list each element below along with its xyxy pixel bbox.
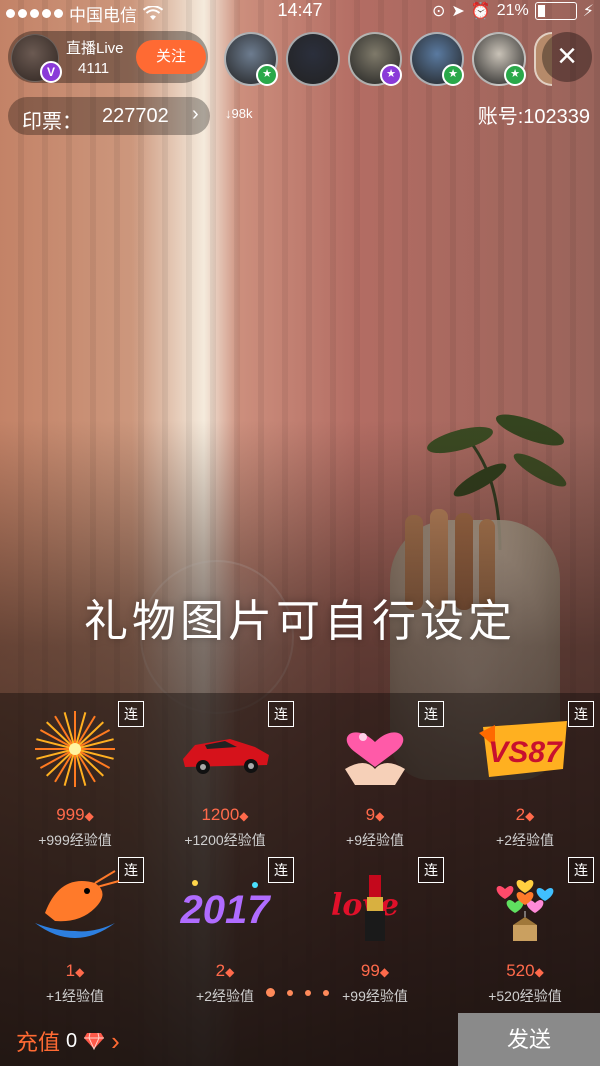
gift-price: 1◆ [0,961,150,981]
viewer-avatar[interactable]: ★ [224,32,278,86]
gift-price: 520◆ [450,961,600,981]
gift-exp: +1200经验值 [184,832,266,848]
diamond-balance: 0 [66,1029,78,1052]
gift-item-2017[interactable]: 连 2017 2◆ +2经验值 [150,849,300,1004]
status-icons: ⊙ ➤ ⏰ 21% ⚡ [432,1,594,21]
heart-balloons-icon [475,863,575,948]
recharge-label: 充值 [16,1030,61,1055]
overlay-caption: 礼物图片可自行设定 [84,596,516,647]
account-number: 账号:102339 [477,106,590,128]
gift-price: 1200◆ [150,805,300,825]
recharge-button[interactable]: 充值 0 › [16,1025,120,1057]
alarm-icon: ⏰ [470,3,491,20]
sports-car-icon [175,707,275,792]
plant-decoration [427,414,567,551]
diamond-icon: ◆ [534,965,544,979]
orientation-lock-icon: ⊙ [432,3,446,20]
battery-percent: 21% [496,2,529,19]
page-dot-active[interactable] [266,988,275,997]
gift-exp: +999经验值 [38,832,112,848]
gift-item-fireworks[interactable]: 连 999◆ +999经验值 [0,693,150,848]
charging-icon: ⚡ [582,3,594,20]
gift-exp: +2经验值 [496,832,554,848]
gift-page-indicator[interactable] [266,988,329,997]
fireworks-icon [25,707,125,792]
viewer-avatar[interactable]: ★ [410,32,464,86]
diamond-icon: ◆ [525,809,535,823]
diamond-icon: ◆ [75,965,85,979]
location-icon: ➤ [451,3,465,20]
viewer-avatar-list: ★ ★ ★ ★ [224,32,552,86]
gift-price-value: 9 [365,805,376,824]
gift-bottom-bar: 充值 0 › 发送 [0,1013,600,1066]
follow-button[interactable]: 关注 [136,40,206,74]
viewer-avatar[interactable]: ★ [348,32,402,86]
viewer-avatar[interactable] [286,32,340,86]
gift-price: 2◆ [150,961,300,981]
gift-price-value: 999 [56,805,85,824]
close-icon[interactable]: × [542,32,592,82]
heart-handshake-icon [325,707,425,792]
send-button[interactable]: 发送 [458,1013,600,1066]
gift-item-lipstick-love[interactable]: 连 love 99◆ +99经验值 [300,849,450,1004]
gift-price-value: 2 [215,961,226,980]
download-count: ↓98k [225,106,253,121]
viewer-avatar[interactable]: ★ [472,32,526,86]
vip-badge-icon: V [40,61,62,83]
ticket-label: 印票： [22,111,82,133]
gift-price: 9◆ [300,805,450,825]
page-dot[interactable] [287,989,293,996]
battery-icon [534,2,577,20]
gift-item-vs87-badge[interactable]: 连 VS87 2◆ +2经验值 [450,693,600,848]
host-name: 直播Live [66,40,124,57]
vs87-badge-icon: VS87 [475,707,575,792]
host-card[interactable]: V 直播Live 4111 关注 [8,31,208,83]
level-star-icon: ★ [442,64,464,86]
svg-text:VS87: VS87 [488,736,563,769]
gift-exp: +1经验值 [46,988,104,1004]
gift-price-value: 2 [515,805,526,824]
status-bar: 中国电信 14:47 ⊙ ➤ ⏰ 21% ⚡ [0,0,600,25]
shrimp-icon [25,863,125,948]
gift-price-value: 1200 [201,805,240,824]
ticket-counter[interactable]: 印票： 227702 › [8,97,210,135]
svg-text:2017: 2017 [180,888,272,932]
diamond-icon: ◆ [239,809,249,823]
gift-item-shrimp[interactable]: 连 1◆ +1经验值 [0,849,150,1004]
chevron-right-icon: › [192,103,199,125]
diamond-icon: ◆ [379,965,390,979]
host-id: 4111 [78,60,110,77]
2017-icon: 2017 [175,863,275,948]
gift-item-heart-balloons[interactable]: 连 520◆ +520经验值 [450,849,600,1004]
level-star-icon: ★ [504,64,526,86]
gift-price-value: 1 [65,961,76,980]
diamond-icon: ◆ [225,965,235,979]
chevron-right-icon: › [111,1025,120,1056]
gift-item-heart-handshake[interactable]: 连 9◆ +9经验值 [300,693,450,848]
gift-price-value: 520 [506,961,535,980]
gift-price: 2◆ [450,805,600,825]
gift-price-value: 99 [360,961,380,980]
diamond-icon [84,1032,105,1050]
gift-exp: +520经验值 [488,988,562,1004]
ticket-value: 227702 [102,105,169,127]
level-star-icon: ★ [380,64,402,86]
page-dot[interactable] [305,989,311,996]
diamond-icon: ◆ [84,809,94,823]
gift-item-sports-car[interactable]: 连 1200◆ +1200经验值 [150,693,300,848]
page-dot[interactable] [323,989,329,996]
level-star-icon: ★ [256,64,278,86]
gift-price: 99◆ [300,961,450,981]
gift-exp: +9经验值 [346,832,404,848]
gift-panel: 连 999◆ +999经验值连 1200◆ +1200经验值连 9◆ +9经验值连 VS87 2… [0,693,600,1013]
gift-price: 999◆ [0,805,150,825]
diamond-icon: ◆ [375,809,385,823]
lipstick-love-icon: love [325,863,425,948]
